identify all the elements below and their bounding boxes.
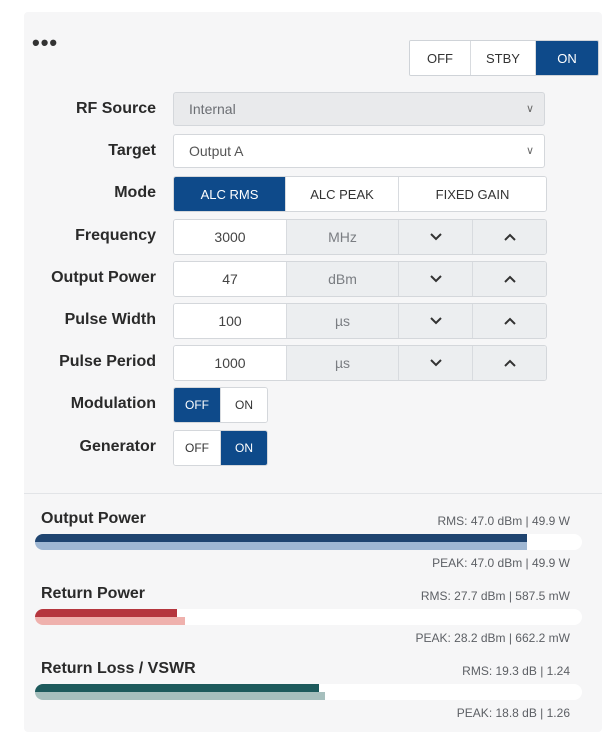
meter-rms-readout: RMS: 47.0 dBm | 49.9 W	[437, 514, 571, 528]
generator-label: Generator	[79, 438, 156, 455]
return-loss-vswr-meter: Return Loss / VSWR RMS: 19.3 dB | 1.24 P…	[24, 660, 602, 728]
pulse-width-label: Pulse Width	[64, 311, 156, 328]
mode-fixed-gain-button[interactable]: FIXED GAIN	[399, 177, 546, 211]
output-power-meter: Output Power RMS: 47.0 dBm | 49.9 W PEAK…	[24, 510, 602, 578]
power-standby-button[interactable]: STBY	[471, 41, 536, 75]
pulse-width-input[interactable]: 100	[174, 304, 287, 338]
pulse-width-decrease-button[interactable]	[399, 304, 473, 338]
pulse-period-increase-button[interactable]	[473, 346, 546, 380]
meter-peak-bar	[35, 542, 528, 550]
rf-source-row: RF Source Internal ∨	[24, 92, 602, 126]
meter-title: Output Power	[41, 510, 146, 527]
meter-title: Return Power	[41, 585, 146, 602]
meter-track	[35, 684, 582, 700]
mode-row: Mode ALC RMS ALC PEAK FIXED GAIN	[24, 176, 602, 212]
meter-peak-bar	[35, 617, 186, 625]
generator-row: Generator OFF ON	[24, 430, 602, 466]
pulse-period-input-group: 1000 µs	[173, 345, 547, 381]
mode-label: Mode	[114, 184, 156, 201]
mode-alc-rms-button[interactable]: ALC RMS	[174, 177, 286, 211]
output-power-input-group: 47 dBm	[173, 261, 547, 297]
meter-track	[35, 609, 582, 625]
meter-rms-bar	[35, 534, 528, 542]
mode-alc-peak-button[interactable]: ALC PEAK	[286, 177, 399, 211]
meter-rms-bar	[35, 684, 320, 692]
chevron-down-icon	[429, 359, 442, 367]
target-row: Target Output A ∨	[24, 134, 602, 168]
frequency-unit: MHz	[287, 220, 399, 254]
more-horizontal-icon[interactable]: •••	[32, 32, 58, 54]
modulation-row: Modulation OFF ON	[24, 387, 602, 423]
pulse-width-unit: µs	[287, 304, 399, 338]
chevron-up-icon	[503, 275, 516, 283]
chevron-up-icon	[503, 359, 516, 367]
output-power-row: Output Power 47 dBm	[24, 261, 602, 297]
chevron-down-icon: ∨	[525, 145, 534, 157]
target-label: Target	[108, 142, 156, 159]
meter-track	[35, 534, 582, 550]
amplifier-control-panel: ••• OFF STBY ON RF Source Internal ∨ Tar…	[24, 12, 602, 732]
pulse-period-label: Pulse Period	[59, 353, 156, 370]
output-power-input[interactable]: 47	[174, 262, 287, 296]
mode-selector: ALC RMS ALC PEAK FIXED GAIN	[173, 176, 547, 212]
top-bar: ••• OFF STBY ON	[24, 26, 602, 76]
frequency-decrease-button[interactable]	[399, 220, 473, 254]
pulse-period-unit: µs	[287, 346, 399, 380]
frequency-input-group: 3000 MHz	[173, 219, 547, 255]
meter-rms-readout: RMS: 27.7 dBm | 587.5 mW	[420, 589, 570, 603]
power-on-button[interactable]: ON	[536, 41, 598, 75]
generator-off-button[interactable]: OFF	[174, 431, 221, 465]
power-mode-switch: OFF STBY ON	[409, 40, 599, 76]
output-power-unit: dBm	[287, 262, 399, 296]
pulse-width-row: Pulse Width 100 µs	[24, 303, 602, 339]
section-divider	[24, 493, 602, 494]
return-power-meter: Return Power RMS: 27.7 dBm | 587.5 mW PE…	[24, 585, 602, 653]
modulation-off-button[interactable]: OFF	[174, 388, 221, 422]
output-power-decrease-button[interactable]	[399, 262, 473, 296]
meter-peak-readout: PEAK: 28.2 dBm | 662.2 mW	[415, 631, 570, 645]
chevron-up-icon	[503, 317, 516, 325]
rf-source-select[interactable]: Internal ∨	[173, 92, 545, 126]
pulse-period-decrease-button[interactable]	[399, 346, 473, 380]
chevron-down-icon	[429, 233, 442, 241]
pulse-period-row: Pulse Period 1000 µs	[24, 345, 602, 381]
chevron-down-icon	[429, 275, 442, 283]
modulation-toggle: OFF ON	[173, 387, 268, 423]
pulse-width-increase-button[interactable]	[473, 304, 546, 338]
frequency-increase-button[interactable]	[473, 220, 546, 254]
target-value: Output A	[189, 143, 244, 159]
modulation-on-button[interactable]: ON	[221, 388, 267, 422]
target-select[interactable]: Output A ∨	[173, 134, 545, 168]
frequency-label: Frequency	[75, 227, 156, 244]
meter-peak-readout: PEAK: 47.0 dBm | 49.9 W	[432, 556, 570, 570]
output-power-label: Output Power	[51, 269, 156, 286]
generator-toggle: OFF ON	[173, 430, 268, 466]
rf-source-label: RF Source	[75, 100, 156, 117]
meter-title: Return Loss / VSWR	[41, 660, 196, 677]
pulse-period-input[interactable]: 1000	[174, 346, 287, 380]
pulse-width-input-group: 100 µs	[173, 303, 547, 339]
frequency-row: Frequency 3000 MHz	[24, 219, 602, 255]
meter-rms-bar	[35, 609, 178, 617]
generator-on-button[interactable]: ON	[221, 431, 267, 465]
meter-rms-readout: RMS: 19.3 dB | 1.24	[462, 664, 570, 678]
rf-source-value: Internal	[189, 101, 236, 117]
meter-peak-readout: PEAK: 18.8 dB | 1.26	[456, 706, 570, 720]
chevron-down-icon: ∨	[525, 103, 534, 115]
power-off-button[interactable]: OFF	[410, 41, 471, 75]
frequency-input[interactable]: 3000	[174, 220, 287, 254]
output-power-increase-button[interactable]	[473, 262, 546, 296]
meter-peak-bar	[35, 692, 325, 700]
chevron-down-icon	[429, 317, 442, 325]
chevron-up-icon	[503, 233, 516, 241]
modulation-label: Modulation	[70, 395, 156, 412]
